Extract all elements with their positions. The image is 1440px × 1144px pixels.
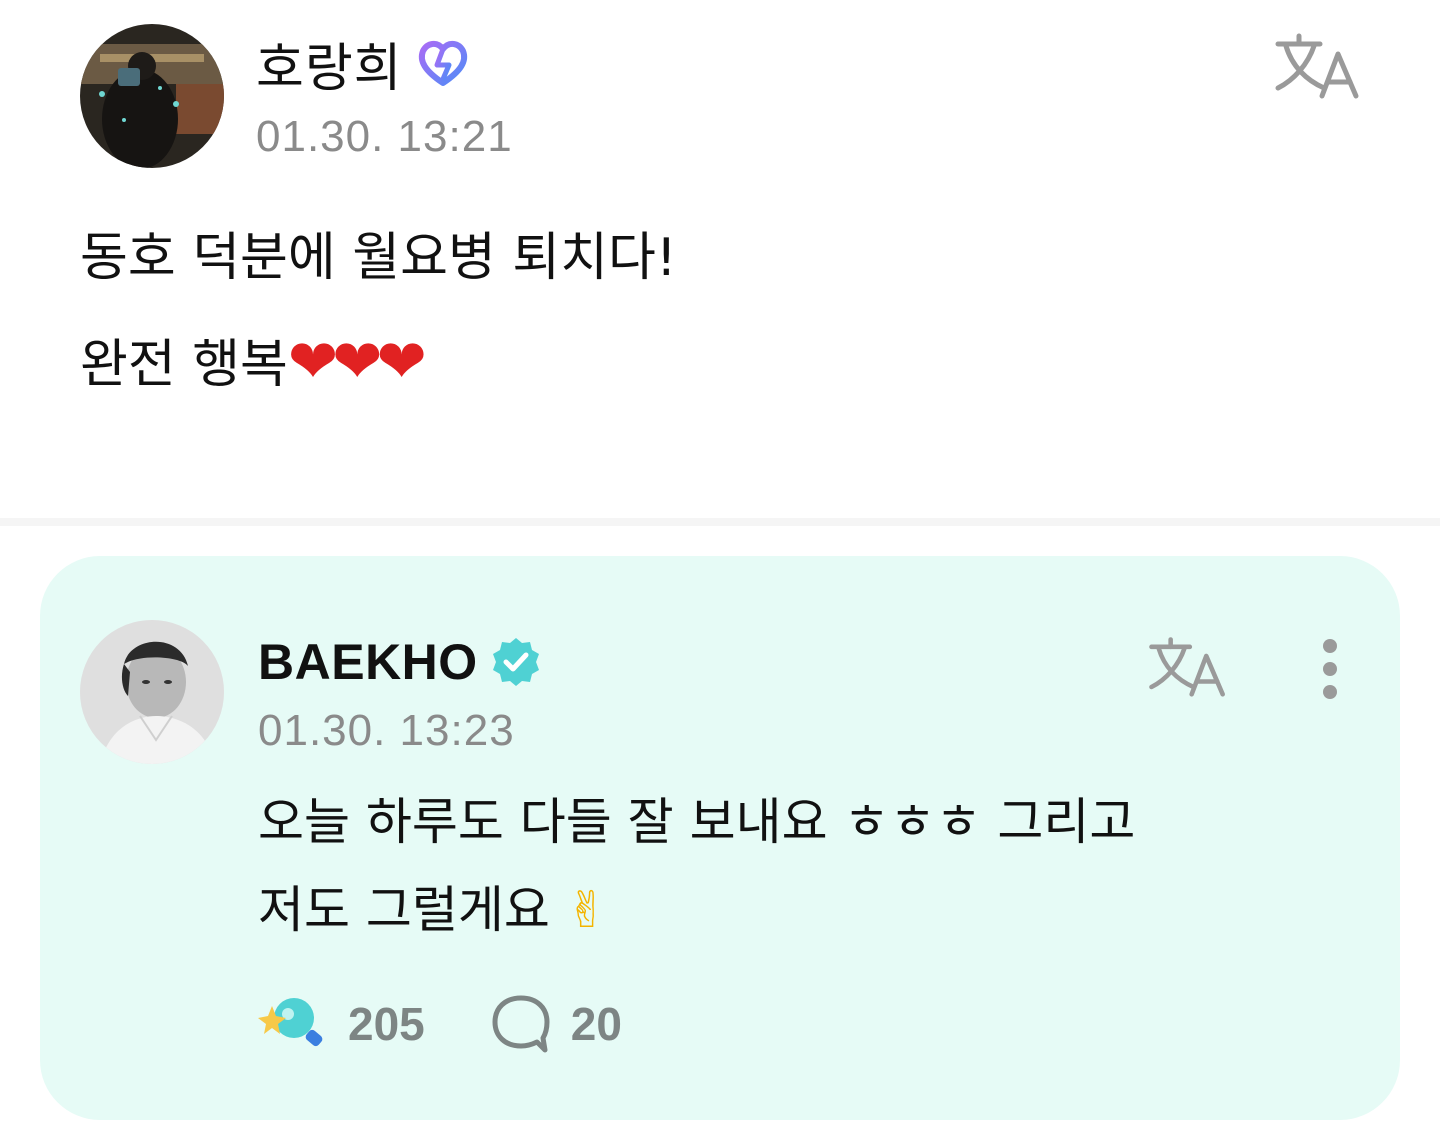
- like-count: 205: [348, 998, 425, 1050]
- victory-hand-emoji: ✌: [565, 881, 608, 939]
- author-avatar[interactable]: [80, 24, 224, 168]
- post-line-1: 동호 덕분에 월요병 퇴치다!: [80, 228, 677, 288]
- post-body: 동호 덕분에 월요병 퇴치다! 완전 행복❤❤❤: [80, 206, 677, 417]
- verified-badge-icon: [490, 636, 542, 688]
- translate-icon: [1149, 637, 1225, 697]
- reply-line-2-text: 저도 그럴게요: [258, 881, 550, 939]
- reply-author-avatar[interactable]: [80, 620, 224, 764]
- reply-timestamp: 01.30. 13:23: [258, 706, 515, 755]
- reply-body: 오늘 하루도 다들 잘 보내요 ㅎㅎㅎ 그리고 저도 그럴게요 ✌: [258, 778, 1135, 954]
- lightstick-icon: [258, 998, 323, 1047]
- reply-translate-button[interactable]: [1146, 634, 1230, 698]
- comment-button[interactable]: 20: [491, 992, 622, 1056]
- like-button[interactable]: 205: [258, 992, 425, 1056]
- artist-reply-card: BAEKHO 01.30. 13:23 오늘 하루도 다들 잘 보내요 ㅎㅎㅎ …: [40, 556, 1400, 1120]
- reply-line-2: 저도 그럴게요 ✌: [258, 866, 1135, 954]
- comment-count: 20: [570, 998, 622, 1050]
- reply-author-name[interactable]: BAEKHO: [258, 633, 478, 691]
- membership-badge-icon: [415, 35, 471, 91]
- reply-author-name-row: BAEKHO: [258, 632, 542, 692]
- post-timestamp: 01.30. 13:21: [256, 112, 513, 161]
- more-options-button[interactable]: [1310, 634, 1350, 704]
- post-line-2: 완전 행복❤❤❤: [80, 310, 677, 417]
- post-line-2-text: 완전 행복: [80, 335, 288, 395]
- reply-stats: 205 20: [258, 992, 622, 1056]
- translate-icon: [1275, 33, 1359, 99]
- hearts-emoji: ❤❤❤: [287, 327, 427, 397]
- comment-bubble-icon: [492, 995, 550, 1053]
- translate-button[interactable]: [1272, 30, 1364, 100]
- post: 호랑희 01.30. 13:21 동호 덕분에 월요병 퇴치다! 완전 행복❤❤…: [0, 0, 1440, 520]
- section-divider: [0, 518, 1440, 526]
- reply-line-1: 오늘 하루도 다들 잘 보내요 ㅎㅎㅎ 그리고: [258, 793, 1136, 851]
- more-vertical-icon: [1323, 639, 1337, 699]
- author-name-row: 호랑희: [256, 30, 471, 99]
- author-name[interactable]: 호랑희: [256, 26, 403, 101]
